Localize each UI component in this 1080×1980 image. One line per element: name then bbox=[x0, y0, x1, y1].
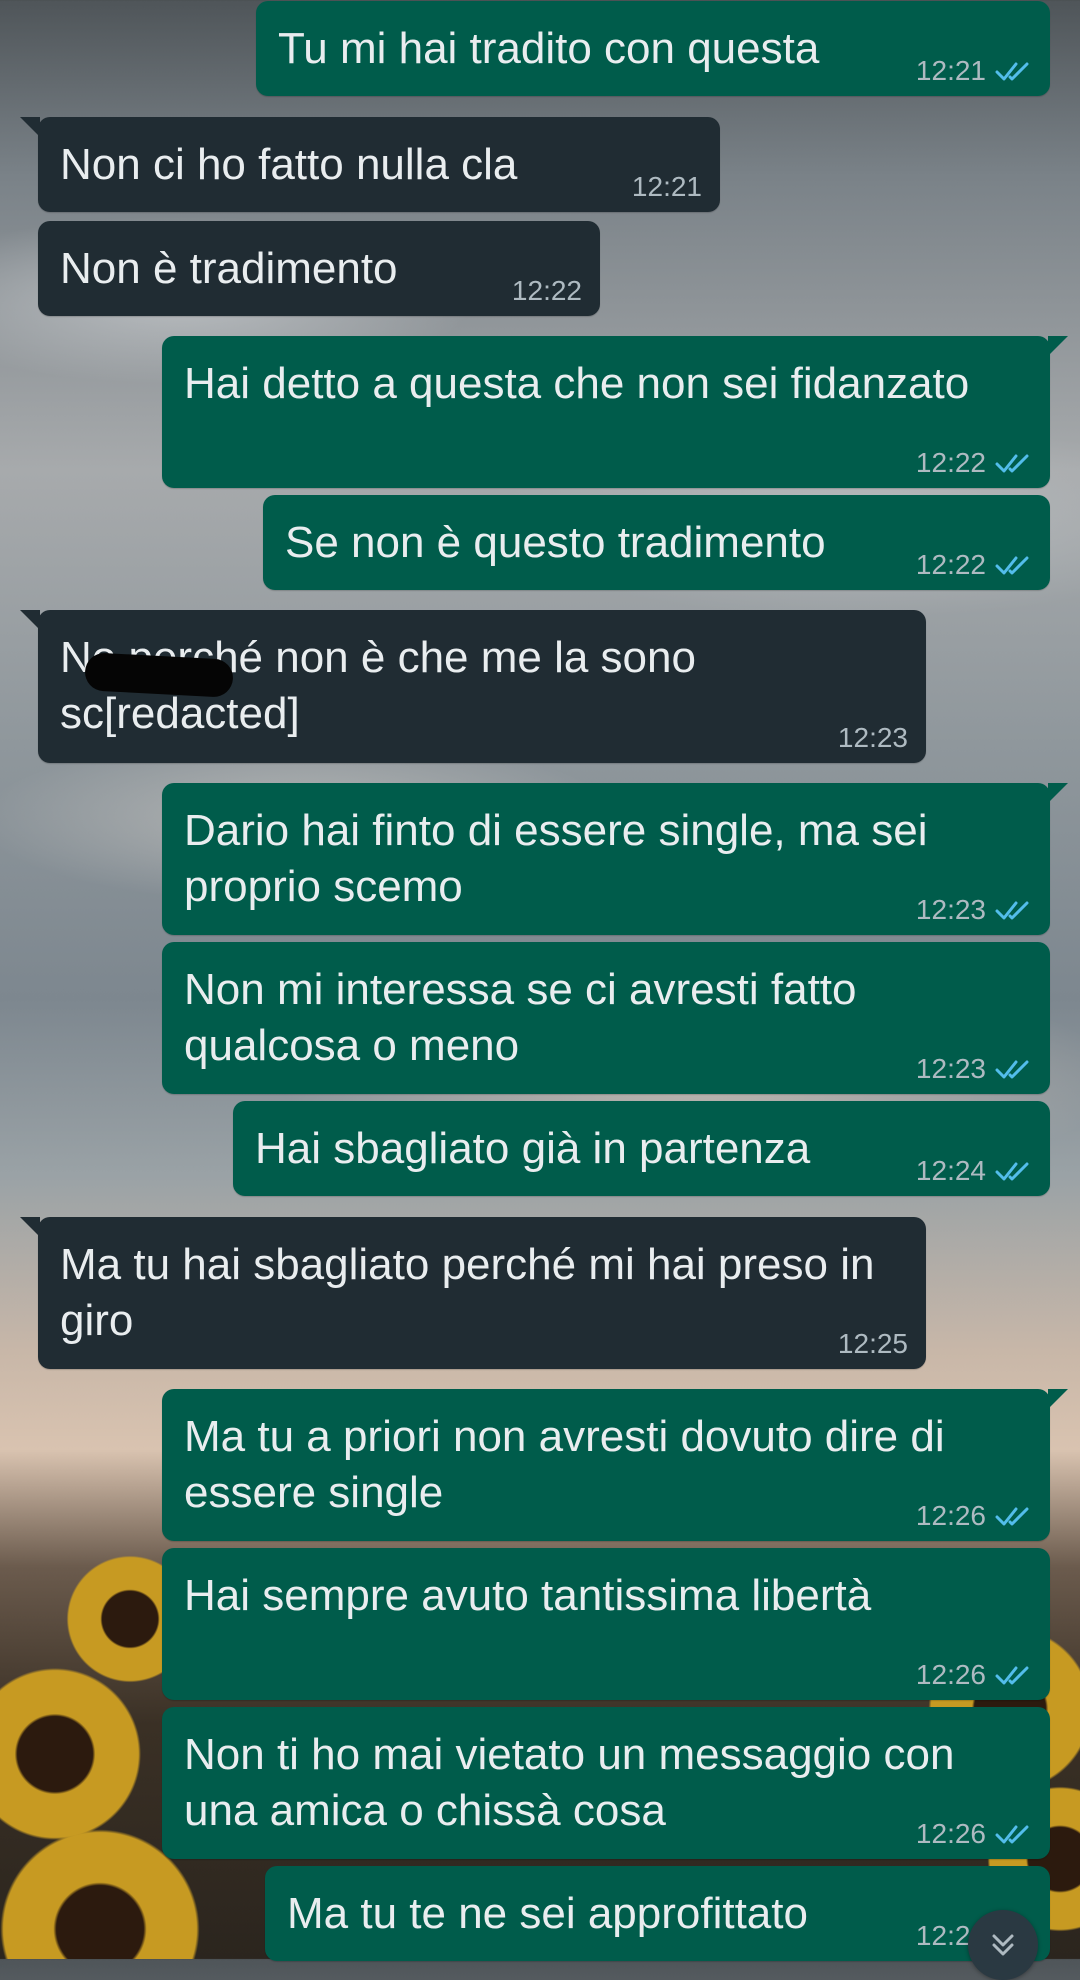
message-time: 12:25 bbox=[837, 1328, 908, 1359]
message-bubble-outgoing[interactable]: Hai sempre avuto tantissima libertà 12:2… bbox=[162, 1548, 1050, 1700]
message-meta: 12:26 bbox=[916, 1660, 1032, 1690]
double-check-icon bbox=[995, 901, 1029, 920]
message-meta: 12:24 bbox=[916, 1156, 1032, 1186]
message-meta: 12:23 bbox=[916, 895, 1032, 925]
message-time: 12:23 bbox=[915, 1053, 986, 1084]
message-time: 12:23 bbox=[915, 894, 986, 925]
message-text: Hai sempre avuto tantissima libertà bbox=[184, 1571, 872, 1620]
message-bubble-incoming[interactable]: Ma tu hai sbagliato perché mi hai preso … bbox=[20, 1217, 926, 1369]
message-text: Ma tu a priori non avresti dovuto dire d… bbox=[184, 1412, 957, 1517]
message-time: 12:26 bbox=[915, 1818, 986, 1849]
message-bubble-outgoing[interactable]: Se non è questo tradimento 12:22 bbox=[263, 495, 1050, 590]
message-text: Non è tradimento bbox=[60, 244, 398, 293]
double-check-icon bbox=[995, 1060, 1029, 1079]
double-check-icon bbox=[995, 62, 1029, 81]
message-text: Hai sbagliato già in partenza bbox=[255, 1124, 811, 1173]
double-check-icon bbox=[995, 1507, 1029, 1526]
message-time: 12:22 bbox=[915, 447, 986, 478]
message-time: 12:23 bbox=[837, 722, 908, 753]
message-time: 12:22 bbox=[915, 549, 986, 580]
message-text: Dario hai finto di essere single, ma sei… bbox=[184, 806, 940, 911]
message-meta: 12:26 bbox=[916, 1819, 1032, 1849]
message-bubble-incoming[interactable]: Non è tradimento 12:22 bbox=[38, 221, 600, 316]
message-time: 12:26 bbox=[915, 1500, 986, 1531]
message-meta: 12:26 bbox=[916, 1501, 1032, 1531]
message-meta: 12:22 bbox=[916, 550, 1032, 580]
message-time: 12:21 bbox=[631, 171, 702, 202]
message-text: Non ci ho fatto nulla cla bbox=[60, 140, 518, 189]
message-text: Non ti ho mai vietato un messaggio con u… bbox=[184, 1730, 967, 1835]
message-text: Non mi interessa se ci avresti fatto qua… bbox=[184, 965, 869, 1070]
message-meta: 12:25 bbox=[838, 1329, 908, 1359]
message-bubble-outgoing[interactable]: Dario hai finto di essere single, ma sei… bbox=[162, 783, 1068, 935]
message-bubble-incoming[interactable]: Non ci ho fatto nulla cla 12:21 bbox=[20, 117, 720, 212]
double-check-icon bbox=[995, 1825, 1029, 1844]
message-meta: 12:23 bbox=[838, 723, 908, 753]
message-meta: 12:21 bbox=[916, 56, 1032, 86]
message-time: 12:26 bbox=[915, 1659, 986, 1690]
message-time: 12:21 bbox=[915, 55, 986, 86]
message-text: Ma tu hai sbagliato perché mi hai preso … bbox=[60, 1240, 887, 1345]
double-check-icon bbox=[995, 1666, 1029, 1685]
message-bubble-outgoing[interactable]: Non mi interessa se ci avresti fatto qua… bbox=[162, 942, 1050, 1094]
double-check-icon bbox=[995, 556, 1029, 575]
scroll-to-bottom-button[interactable] bbox=[968, 1910, 1038, 1980]
message-bubble-outgoing[interactable]: Hai sbagliato già in partenza 12:24 bbox=[233, 1101, 1050, 1196]
message-meta: 12:22 bbox=[916, 448, 1032, 478]
message-meta: 12:21 bbox=[632, 172, 702, 202]
message-time: 12:24 bbox=[915, 1155, 986, 1186]
redaction-mark bbox=[84, 652, 234, 698]
message-meta: 12:23 bbox=[916, 1054, 1032, 1084]
message-bubble-outgoing[interactable]: Hai detto a questa che non sei fidanzato… bbox=[162, 336, 1068, 488]
double-chevron-down-icon bbox=[992, 1934, 1014, 1956]
message-bubble-outgoing[interactable]: Tu mi hai tradito con questa 12:21 bbox=[256, 1, 1050, 96]
message-bubble-outgoing[interactable]: Non ti ho mai vietato un messaggio con u… bbox=[162, 1707, 1050, 1859]
message-meta: 12:22 bbox=[512, 276, 582, 306]
message-bubble-outgoing[interactable]: Ma tu a priori non avresti dovuto dire d… bbox=[162, 1389, 1068, 1541]
message-text: Hai detto a questa che non sei fidanzato bbox=[184, 359, 970, 408]
double-check-icon bbox=[995, 454, 1029, 473]
message-bubble-outgoing[interactable]: Ma tu te ne sei approfittato 12:26 bbox=[265, 1866, 1050, 1961]
double-check-icon bbox=[995, 1162, 1029, 1181]
message-time: 12:22 bbox=[511, 275, 582, 306]
